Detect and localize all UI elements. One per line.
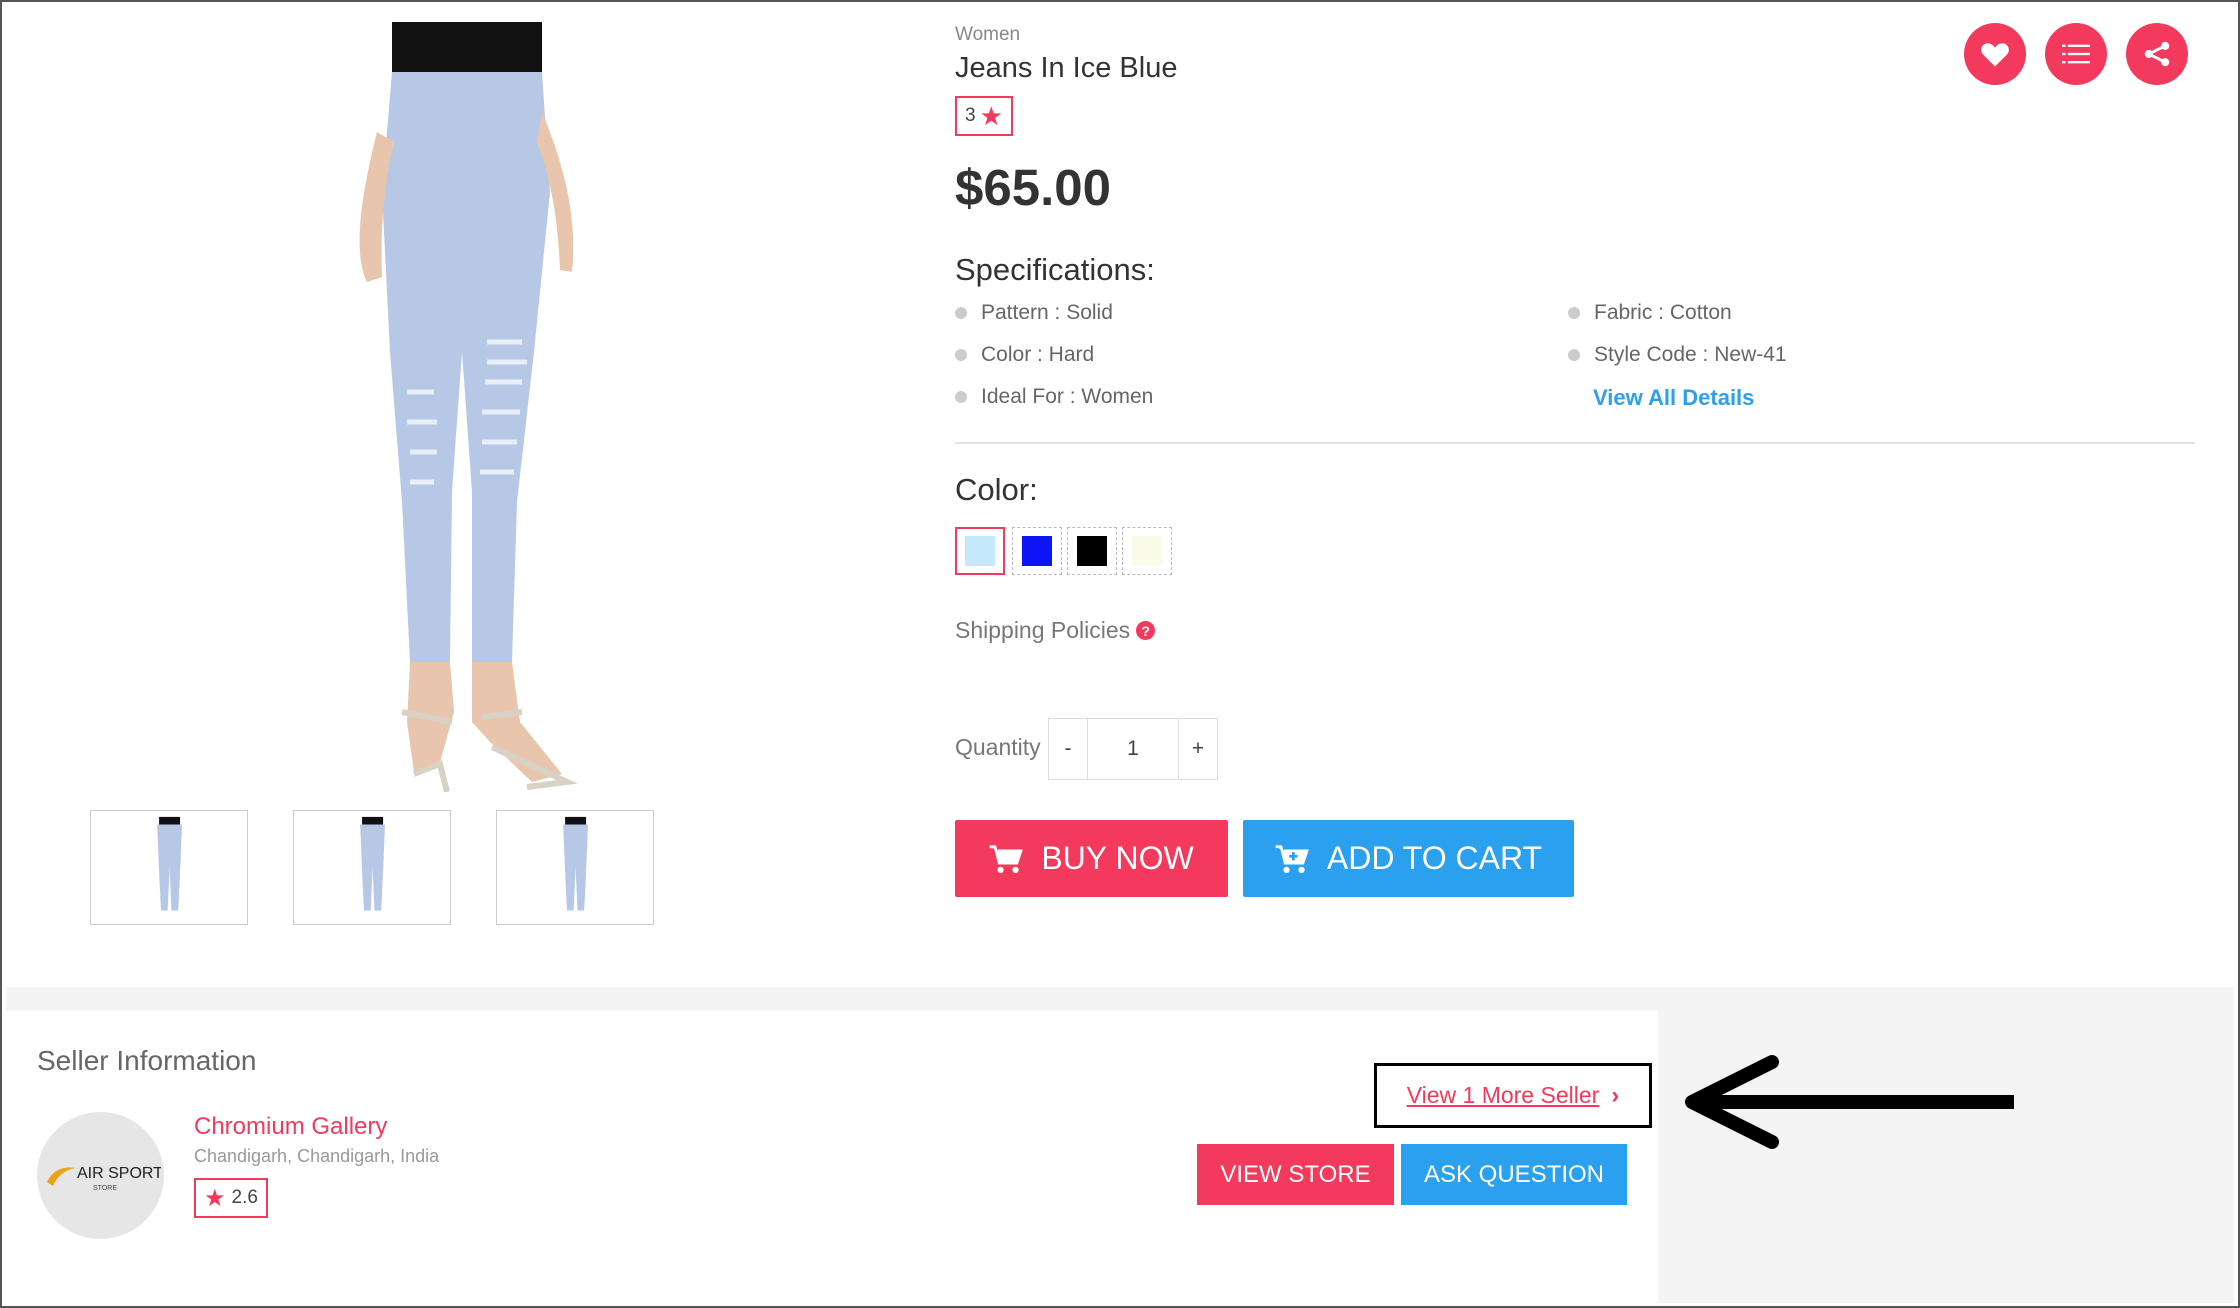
- share-icon: [2144, 41, 2170, 67]
- view-all-details-link[interactable]: View All Details: [1593, 385, 1754, 411]
- seller-rating-value: 2.6: [231, 1187, 258, 1208]
- quantity-label: Quantity: [955, 734, 1041, 760]
- seller-name-link[interactable]: Chromium Gallery: [194, 1113, 387, 1141]
- seller-rating-badge: ★ 2.6: [194, 1178, 268, 1218]
- svg-text:AIR SPORT: AIR SPORT: [77, 1165, 161, 1182]
- spec-text: Ideal For : Women: [981, 385, 1154, 408]
- spec-item: Color : Hard: [955, 343, 1094, 367]
- swatch-fill: [1022, 536, 1052, 566]
- list-icon: [2062, 44, 2090, 64]
- add-to-cart-label: ADD TO CART: [1326, 840, 1543, 876]
- view-more-sellers-link[interactable]: View 1 More Seller: [1407, 1082, 1600, 1109]
- shipping-label: Shipping Policies: [955, 617, 1131, 643]
- buy-now-button[interactable]: BUY NOW: [955, 820, 1228, 897]
- quantity-increment-button[interactable]: +: [1179, 719, 1217, 779]
- help-icon[interactable]: ?: [1136, 621, 1156, 640]
- bullet-icon: [955, 349, 967, 361]
- compare-button[interactable]: [2045, 23, 2107, 85]
- buy-now-label: BUY NOW: [1041, 840, 1194, 876]
- quantity-stepper: - 1 +: [1048, 718, 1218, 780]
- swatch-fill: [965, 536, 995, 566]
- thumbnail-image: [360, 816, 386, 911]
- color-swatch-black[interactable]: [1067, 527, 1117, 575]
- chevron-right-icon[interactable]: ›: [1611, 1082, 1619, 1110]
- view-store-button[interactable]: VIEW STORE: [1197, 1144, 1394, 1205]
- seller-location: Chandigarh, Chandigarh, India: [194, 1146, 440, 1166]
- spec-text: Pattern : Solid: [981, 301, 1113, 324]
- annotation-arrow-icon: [1685, 1055, 2014, 1149]
- ask-question-button[interactable]: ASK QUESTION: [1401, 1144, 1627, 1205]
- thumbnail-2[interactable]: [293, 810, 451, 925]
- spec-item: Pattern : Solid: [955, 301, 1113, 325]
- star-icon: ★: [204, 1184, 226, 1212]
- cart-icon: [989, 844, 1024, 873]
- add-to-cart-button[interactable]: ADD TO CART: [1243, 820, 1574, 897]
- color-heading: Color:: [955, 472, 1038, 507]
- thumbnail-image: [563, 816, 589, 911]
- spec-item: Fabric : Cotton: [1568, 301, 1732, 325]
- wishlist-button[interactable]: [1964, 23, 2026, 85]
- product-title: Jeans In Ice Blue: [955, 52, 1178, 84]
- add-cart-icon: [1275, 844, 1309, 873]
- swatch-fill: [1132, 536, 1162, 566]
- color-swatch-blue[interactable]: [1012, 527, 1062, 575]
- spec-text: Color : Hard: [981, 343, 1095, 366]
- bullet-icon: [1568, 349, 1580, 361]
- rating-value: 3: [965, 105, 976, 126]
- star-icon: ★: [979, 101, 1003, 131]
- thumbnail-3[interactable]: [496, 810, 654, 925]
- more-sellers-highlight-box: View 1 More Seller ›: [1374, 1063, 1652, 1128]
- bullet-icon: [955, 307, 967, 319]
- thumbnail-1[interactable]: [90, 810, 248, 925]
- share-button[interactable]: [2126, 23, 2188, 85]
- swatch-fill: [1077, 536, 1107, 566]
- specifications-heading: Specifications:: [955, 252, 1155, 287]
- product-rating-badge: 3 ★: [955, 96, 1013, 136]
- color-swatch-cream[interactable]: [1122, 527, 1172, 575]
- shipping-policies[interactable]: Shipping Policies ?: [955, 617, 1156, 644]
- spec-text: Style Code : New-41: [1594, 343, 1787, 366]
- spec-item: Ideal For : Women: [955, 385, 1153, 409]
- product-category: Women: [955, 24, 1021, 45]
- color-swatch-light-blue[interactable]: [955, 527, 1005, 575]
- spec-text: Fabric : Cotton: [1594, 301, 1732, 324]
- svg-text:STORE: STORE: [93, 1185, 117, 1192]
- divider: [955, 442, 2195, 444]
- thumbnail-image: [157, 816, 183, 911]
- spec-item: Style Code : New-41: [1568, 343, 1787, 367]
- product-main-image[interactable]: [322, 22, 622, 792]
- air-sport-logo: AIR SPORT STORE: [46, 1165, 161, 1192]
- bullet-icon: [955, 391, 967, 403]
- quantity-decrement-button[interactable]: -: [1049, 719, 1087, 779]
- heart-icon: [1981, 43, 2009, 67]
- seller-logo[interactable]: AIR SPORT STORE: [37, 1112, 164, 1239]
- quantity-input[interactable]: 1: [1087, 719, 1179, 779]
- seller-info-heading: Seller Information: [37, 1045, 257, 1076]
- product-price: $65.00: [955, 159, 1111, 216]
- bullet-icon: [1568, 307, 1580, 319]
